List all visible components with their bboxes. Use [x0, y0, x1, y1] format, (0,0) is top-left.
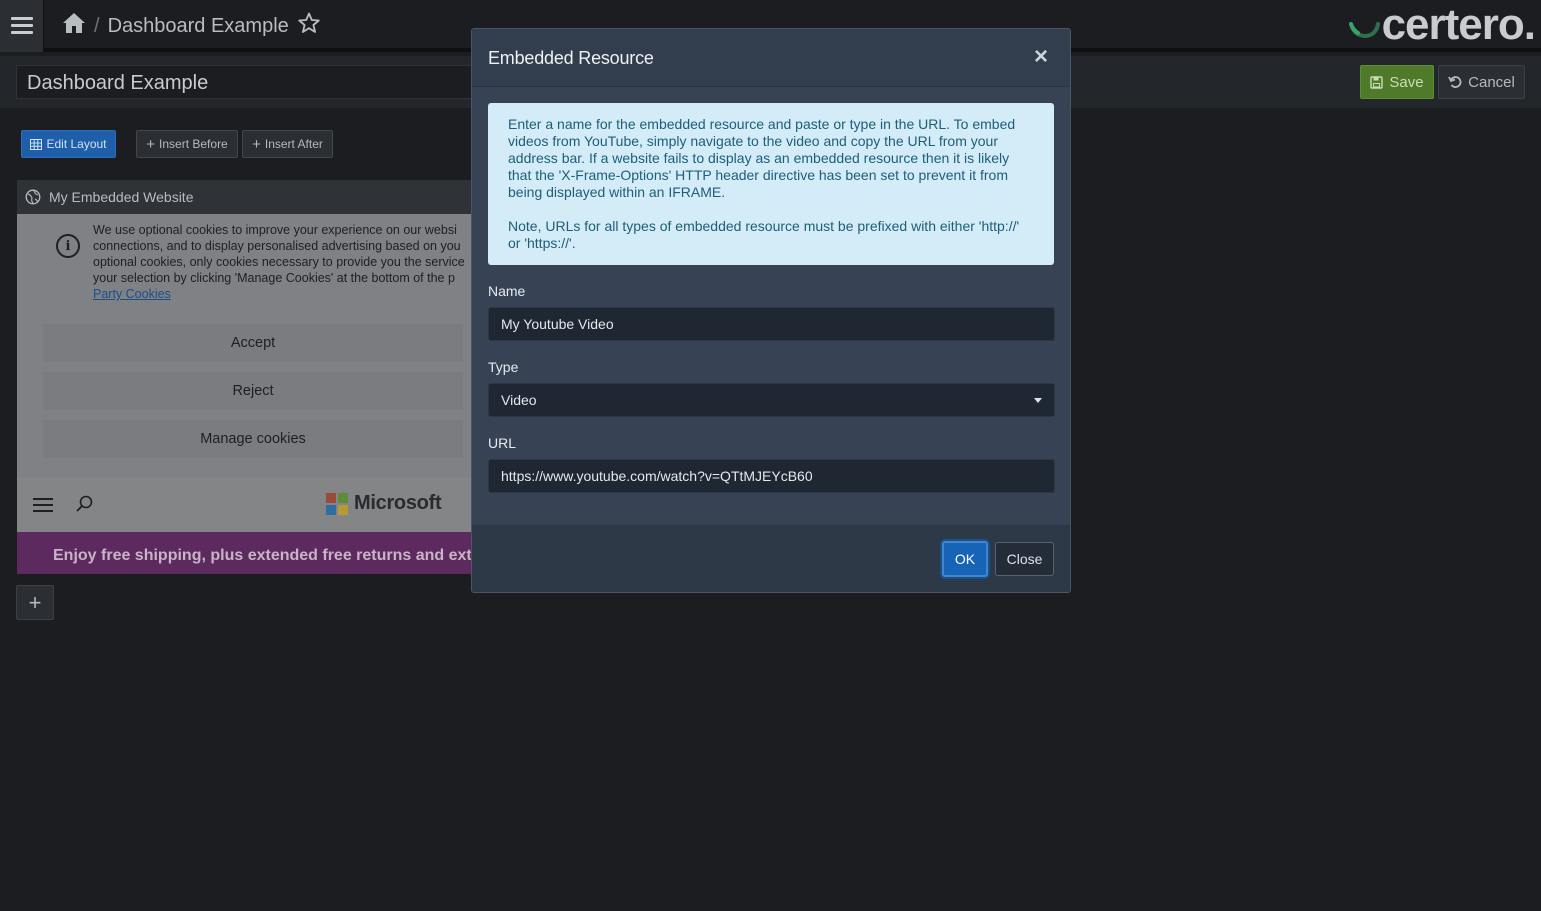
undo-icon: [1448, 76, 1462, 88]
type-selected-value: Video: [501, 392, 537, 408]
ok-button[interactable]: OK: [942, 541, 988, 577]
type-select[interactable]: Video: [488, 383, 1055, 417]
insert-before-button[interactable]: + Insert Before: [136, 130, 238, 158]
caret-down-icon: [1034, 398, 1042, 403]
alert-note: Note, URLs for all types of embedded res…: [508, 218, 1020, 251]
embedded-resource-dialog: Embedded Resource × Enter a name for the…: [471, 28, 1071, 593]
promo-banner[interactable]: Enjoy free shipping, plus extended free …: [17, 532, 477, 574]
microsoft-logo[interactable]: Microsoft: [326, 492, 442, 515]
main-menu-button[interactable]: [0, 0, 44, 52]
site-nav-bar: Microsoft: [17, 478, 477, 532]
cookie-notice-text: We use optional cookies to improve your …: [93, 222, 477, 302]
insert-after-button[interactable]: + Insert After: [242, 130, 333, 158]
floppy-disk-icon: [1370, 75, 1384, 89]
manage-cookies-button[interactable]: Manage cookies: [43, 420, 463, 458]
cookie-line: your selection by clicking 'Manage Cooki…: [93, 271, 455, 285]
dialog-title: Embedded Resource: [488, 48, 654, 68]
embedded-iframe[interactable]: i We use optional cookies to improve you…: [17, 214, 477, 574]
save-button[interactable]: Save: [1360, 65, 1434, 99]
type-label: Type: [488, 359, 519, 375]
plus-icon: +: [252, 135, 261, 153]
close-icon[interactable]: ×: [1034, 45, 1048, 69]
name-input[interactable]: My Youtube Video: [488, 307, 1055, 341]
site-menu-icon[interactable]: [33, 498, 53, 512]
microsoft-squares-icon: [326, 492, 348, 515]
embedded-website-widget: My Embedded Website i We use optional co…: [17, 180, 477, 574]
edit-layout-button[interactable]: Edit Layout: [21, 130, 116, 158]
edit-layout-label: Edit Layout: [46, 137, 107, 151]
globe-icon: [25, 189, 41, 205]
name-label: Name: [488, 283, 526, 299]
third-party-cookies-link[interactable]: Party Cookies: [93, 286, 477, 302]
breadcrumb: / Dashboard Example: [62, 12, 321, 40]
add-widget-button[interactable]: +: [16, 585, 54, 620]
cookie-line: connections, and to display personalised…: [93, 239, 461, 253]
favorite-star-icon[interactable]: [297, 11, 321, 41]
breadcrumb-separator: /: [94, 14, 100, 37]
brand-name: certero.: [1381, 0, 1536, 49]
info-icon: i: [56, 234, 80, 258]
close-button[interactable]: Close: [995, 542, 1054, 576]
insert-after-label: Insert After: [264, 137, 323, 151]
home-icon[interactable]: [62, 12, 86, 40]
info-alert: Enter a name for the embedded resource a…: [488, 103, 1054, 265]
save-button-label: Save: [1389, 73, 1424, 91]
cancel-button-label: Cancel: [1468, 73, 1515, 91]
brand-swoosh-icon: [1348, 22, 1380, 39]
breadcrumb-current-page: Dashboard Example: [107, 14, 289, 37]
dialog-footer: OK Close: [472, 525, 1070, 592]
plus-icon: +: [146, 135, 156, 153]
widget-title: My Embedded Website: [49, 189, 194, 205]
search-icon[interactable]: [75, 494, 95, 514]
url-input[interactable]: https://www.youtube.com/watch?v=QTtMJEYc…: [488, 459, 1055, 493]
alert-instructions: Enter a name for the embedded resource a…: [508, 116, 1016, 200]
reject-cookies-button[interactable]: Reject: [43, 372, 463, 410]
dialog-header: Embedded Resource ×: [472, 29, 1070, 87]
accept-cookies-button[interactable]: Accept: [43, 324, 463, 362]
hamburger-icon: [10, 17, 33, 35]
cookie-line: We use optional cookies to improve your …: [93, 223, 457, 237]
dashboard-title-field[interactable]: Dashboard Example: [16, 65, 476, 99]
cancel-button[interactable]: Cancel: [1438, 65, 1525, 99]
widget-header: My Embedded Website: [17, 180, 477, 214]
insert-before-label: Insert Before: [159, 137, 228, 151]
cookie-line: optional cookies, only cookies necessary…: [93, 255, 465, 269]
grid-table-icon: [30, 138, 43, 150]
brand-logo: certero.: [1348, 0, 1536, 49]
url-label: URL: [488, 435, 517, 451]
microsoft-wordmark: Microsoft: [354, 492, 442, 514]
